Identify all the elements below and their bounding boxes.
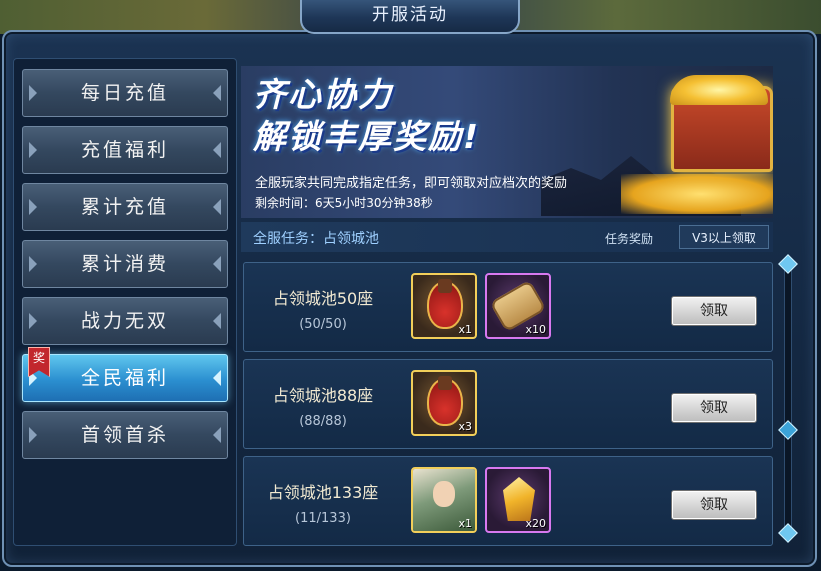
event-banner: 齐心协力 解锁丰厚奖励! 全服玩家共同完成指定任务，即可领取对应档次的奖励 剩余…	[241, 66, 773, 218]
sidebar-item-boss-first-kill[interactable]: 首领首杀	[22, 411, 228, 459]
reward-slot[interactable]: x20	[485, 467, 551, 533]
reward-slot[interactable]: x1	[411, 467, 477, 533]
gourd-icon	[427, 279, 463, 329]
sidebar-item-label: 全民福利	[80, 367, 169, 389]
activity-sidebar: 每日充值 充值福利 累计充值 累计消费 战力无双 全民福利 首领首杀	[13, 58, 237, 546]
sidebar-item-label: 每日充值	[80, 82, 169, 104]
banner-title-line2: 解锁丰厚奖励!	[253, 117, 481, 156]
reward-slot[interactable]: x10	[485, 273, 551, 339]
claim-button[interactable]: 领取	[671, 296, 757, 326]
sidebar-item-label: 首领首杀	[80, 424, 169, 446]
arrow-right-icon	[213, 142, 221, 158]
arrow-left-icon	[29, 142, 37, 158]
reward-quantity: x10	[525, 323, 546, 336]
arrow-left-icon	[29, 313, 37, 329]
crystal-icon	[503, 477, 535, 521]
sidebar-item-server-welfare[interactable]: 全民福利	[22, 354, 228, 402]
gourd-icon	[427, 376, 463, 426]
banner-description: 全服玩家共同完成指定任务，即可领取对应档次的奖励	[255, 176, 568, 191]
sidebar-item-cumulative-recharge[interactable]: 累计充值	[22, 183, 228, 231]
sidebar-item-label: 累计消费	[80, 253, 169, 275]
arrow-right-icon	[213, 427, 221, 443]
task-reward-label: 任务奖励	[605, 232, 654, 246]
vip-requirement-label: V3以上领取	[679, 225, 769, 249]
banner-title: 齐心协力 解锁丰厚奖励!	[253, 74, 480, 158]
reward-quantity: x1	[458, 323, 472, 336]
sidebar-item-recharge-benefits[interactable]: 充值福利	[22, 126, 228, 174]
arrow-right-icon	[213, 313, 221, 329]
sidebar-item-label: 累计充值	[80, 196, 169, 218]
sidebar-item-label: 充值福利	[80, 139, 169, 161]
arrow-right-icon	[213, 85, 221, 101]
arrow-right-icon	[213, 256, 221, 272]
arrow-left-icon	[29, 256, 37, 272]
gold-coins-icon	[621, 174, 773, 214]
task-row: 占领城池50座 (50/50) x1 x10 领取	[243, 262, 773, 352]
task-name: 占领城池88座	[272, 386, 374, 405]
task-progress: (50/50)	[299, 317, 347, 332]
countdown-timer: 剩余时间：6天5小时30分钟38秒	[255, 196, 433, 210]
reward-quantity: x1	[458, 517, 472, 530]
reward-quantity: x20	[525, 517, 546, 530]
task-progress: (11/133)	[295, 511, 351, 526]
task-header-title: 全服任务：占领城池	[253, 231, 379, 247]
task-name: 占领城池133座	[267, 483, 379, 502]
task-header: 全服任务：占领城池 任务奖励 V3以上领取	[241, 222, 773, 252]
arrow-right-icon	[213, 199, 221, 215]
banner-title-line1: 齐心协力	[253, 75, 393, 114]
task-progress: (88/88)	[299, 414, 347, 429]
treasure-chest-icon	[670, 75, 773, 172]
sidebar-item-combat-power[interactable]: 战力无双	[22, 297, 228, 345]
claim-button[interactable]: 领取	[671, 393, 757, 423]
arrow-left-icon	[29, 199, 37, 215]
task-row: 占领城池133座 (11/133) x1 x20 领取	[243, 456, 773, 546]
window-title: 开服活动	[300, 0, 520, 34]
reward-quantity: x3	[458, 420, 472, 433]
task-row: 占领城池88座 (88/88) x3 领取	[243, 359, 773, 449]
task-name: 占领城池50座	[272, 289, 374, 308]
arrow-left-icon	[29, 85, 37, 101]
reward-slot[interactable]: x1	[411, 273, 477, 339]
sidebar-item-label: 战力无双	[80, 310, 169, 332]
claim-button[interactable]: 领取	[671, 490, 757, 520]
arrow-left-icon	[29, 427, 37, 443]
reward-slot[interactable]: x3	[411, 370, 477, 436]
sidebar-item-cumulative-spending[interactable]: 累计消费	[22, 240, 228, 288]
sidebar-item-daily-recharge[interactable]: 每日充值	[22, 69, 228, 117]
scrollbar-track[interactable]	[784, 262, 792, 536]
arrow-right-icon	[213, 370, 221, 386]
